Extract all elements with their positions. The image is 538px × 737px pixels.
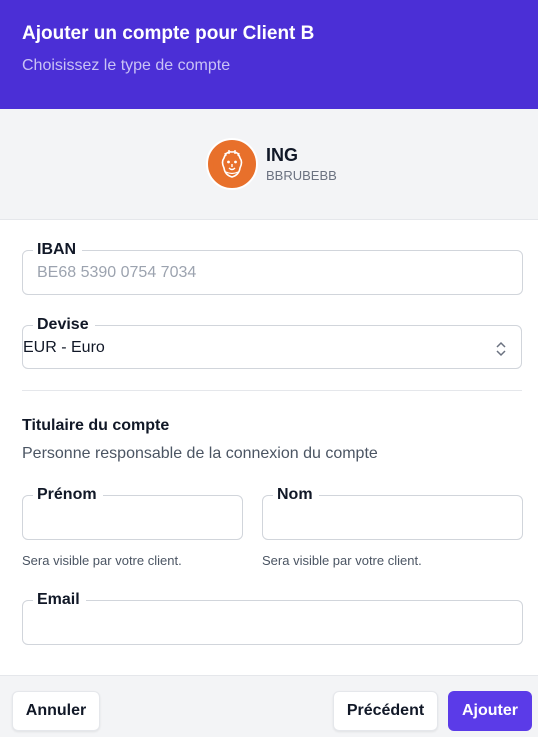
- modal-title: Ajouter un compte pour Client B: [22, 23, 315, 44]
- last-name-field[interactable]: Nom: [262, 485, 523, 540]
- modal-subtitle: Choisissez le type de compte: [22, 57, 231, 74]
- currency-label: Devise: [33, 315, 95, 335]
- first-name-label: Prénom: [33, 485, 103, 505]
- bank-name: ING: [266, 145, 299, 165]
- ing-lion-icon: [206, 138, 258, 190]
- holder-section-title: Titulaire du compte: [22, 417, 170, 434]
- last-name-help: Sera visible par votre client.: [262, 553, 422, 568]
- holder-section-description: Personne responsable de la connexion du …: [22, 445, 378, 462]
- previous-button[interactable]: Précédent: [333, 691, 438, 731]
- iban-placeholder: BE68 5390 0754 7034: [37, 264, 197, 281]
- currency-selected-value: EUR - Euro: [23, 339, 105, 356]
- selected-bank-panel: ING BBRUBEBB: [0, 109, 538, 220]
- section-divider: [22, 390, 522, 391]
- email-field[interactable]: Email: [22, 590, 523, 645]
- bank-info: ING BBRUBEBB: [206, 138, 337, 190]
- modal-footer: Annuler Précédent Ajouter: [0, 675, 538, 737]
- iban-field[interactable]: IBAN BE68 5390 0754 7034: [22, 240, 523, 295]
- currency-select[interactable]: Devise EUR - Euro: [22, 315, 522, 369]
- submit-button[interactable]: Ajouter: [448, 691, 532, 731]
- chevron-up-down-icon: [496, 341, 506, 357]
- modal-header: Ajouter un compte pour Client B Choisiss…: [0, 0, 538, 109]
- last-name-label: Nom: [273, 485, 319, 505]
- first-name-help: Sera visible par votre client.: [22, 553, 182, 568]
- first-name-field[interactable]: Prénom: [22, 485, 243, 540]
- bank-bic: BBRUBEBB: [266, 168, 337, 183]
- email-label: Email: [33, 590, 86, 610]
- iban-label: IBAN: [33, 240, 83, 260]
- cancel-button[interactable]: Annuler: [12, 691, 100, 731]
